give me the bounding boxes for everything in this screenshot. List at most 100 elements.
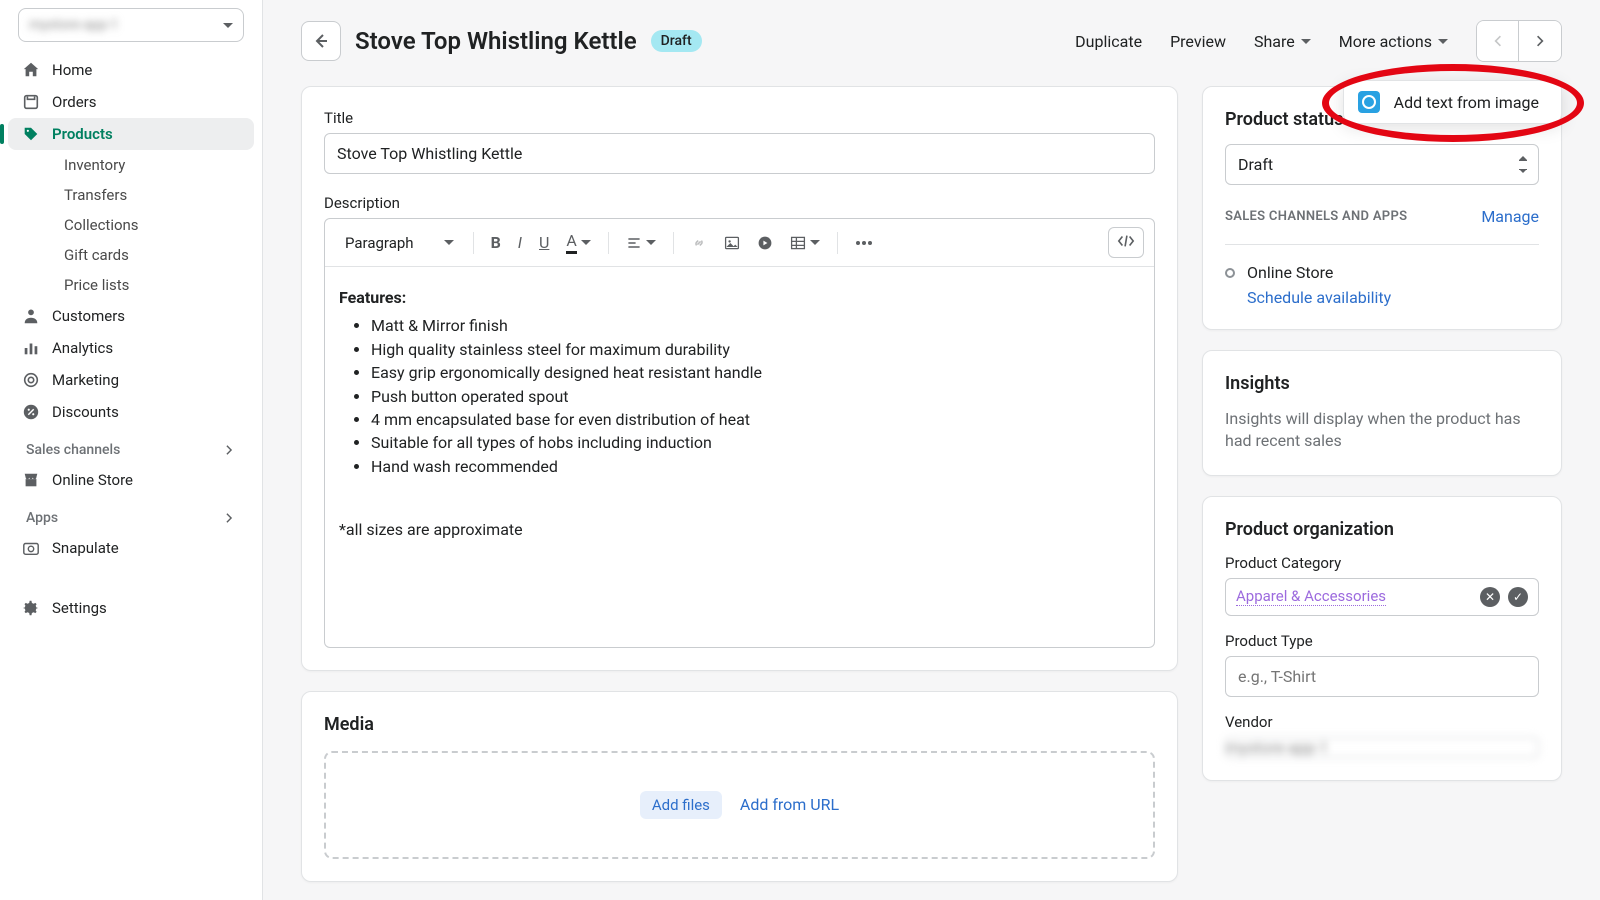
store-icon [22, 471, 40, 489]
clear-icon[interactable]: ✕ [1480, 587, 1500, 607]
feature-item: Push button operated spout [371, 386, 1140, 408]
chevron-left-icon [1490, 33, 1506, 49]
nav-settings[interactable]: Settings [8, 592, 254, 624]
type-input[interactable] [1225, 656, 1539, 697]
description-label: Description [324, 194, 1155, 212]
caret-down-icon [810, 240, 820, 245]
add-files-button[interactable]: Add files [640, 791, 722, 819]
caret-down-icon [581, 240, 591, 245]
align-button[interactable] [618, 230, 664, 256]
feature-item: Hand wash recommended [371, 456, 1140, 478]
italic-button[interactable]: I [510, 228, 530, 257]
vendor-input[interactable]: mystore-app-1 [1225, 737, 1539, 758]
prev-product-button[interactable] [1477, 21, 1519, 61]
insights-card: Insights Insights will display when the … [1202, 350, 1562, 476]
caret-down-icon [1438, 39, 1448, 44]
nav-orders[interactable]: Orders [8, 86, 254, 118]
nav-online-store[interactable]: Online Store [8, 464, 254, 496]
page-title: Stove Top Whistling Kettle [355, 27, 637, 55]
marketing-icon [22, 371, 40, 389]
nav-analytics[interactable]: Analytics [8, 332, 254, 364]
camera-icon [22, 539, 40, 557]
text-color-button[interactable]: A [558, 226, 598, 259]
feature-item: High quality stainless steel for maximum… [371, 339, 1140, 361]
feature-item: Easy grip ergonomically designed heat re… [371, 362, 1140, 384]
duplicate-action[interactable]: Duplicate [1075, 32, 1142, 51]
nav-transfers[interactable]: Transfers [54, 180, 254, 210]
discounts-icon [22, 403, 40, 421]
type-label: Product Type [1225, 632, 1539, 650]
nav-home[interactable]: Home [8, 54, 254, 86]
apps-heading: Apps [8, 496, 254, 532]
chevron-down-icon [223, 23, 233, 28]
nav-snapulate[interactable]: Snapulate [8, 532, 254, 564]
caret-down-icon [444, 240, 454, 245]
arrow-left-icon [311, 31, 331, 51]
org-title: Product organization [1225, 519, 1539, 540]
orders-icon [22, 93, 40, 111]
block-style-select[interactable]: Paragraph [335, 229, 464, 257]
video-button[interactable] [749, 230, 781, 256]
status-dot-icon [1225, 268, 1235, 278]
snapulate-app-icon [1358, 91, 1380, 113]
add-text-from-image-popover[interactable]: Add text from image [1343, 80, 1562, 124]
title-input[interactable] [324, 133, 1155, 174]
chevron-right-icon [1532, 33, 1548, 49]
organization-card: Product organization Product Category Ap… [1202, 496, 1562, 781]
feature-item: Suitable for all types of hobs including… [371, 432, 1140, 454]
schedule-link[interactable]: Schedule availability [1247, 288, 1391, 307]
back-button[interactable] [301, 21, 341, 61]
nav-marketing[interactable]: Marketing [8, 364, 254, 396]
nav-products[interactable]: Products [8, 118, 254, 150]
link-button[interactable] [683, 230, 715, 256]
nav-pricelists[interactable]: Price lists [54, 270, 254, 300]
more-actions[interactable]: More actions [1339, 32, 1448, 51]
more-format-button[interactable] [847, 235, 881, 251]
nav-customers[interactable]: Customers [8, 300, 254, 332]
table-button[interactable] [782, 230, 828, 256]
chevron-right-icon[interactable] [222, 511, 236, 525]
insights-body: Insights will display when the product h… [1225, 408, 1539, 453]
vendor-label: Vendor [1225, 713, 1539, 731]
nav-inventory[interactable]: Inventory [54, 150, 254, 180]
store-selector[interactable]: mystore-app-1 [18, 8, 244, 42]
preview-action[interactable]: Preview [1170, 32, 1226, 51]
category-value: Apparel & Accessories [1236, 587, 1386, 606]
products-icon [22, 125, 40, 143]
category-input[interactable]: Apparel & Accessories ✕ ✓ [1225, 578, 1539, 616]
channel-name: Online Store [1247, 263, 1391, 282]
feature-item: 4 mm encapsulated base for even distribu… [371, 409, 1140, 431]
nav-collections[interactable]: Collections [54, 210, 254, 240]
underline-button[interactable]: U [531, 228, 557, 257]
sales-channels-label: SALES CHANNELS AND APPS [1225, 209, 1407, 224]
share-action[interactable]: Share [1254, 32, 1311, 51]
caret-down-icon [646, 240, 656, 245]
gear-icon [22, 599, 40, 617]
description-editor[interactable]: Features: Matt & Mirror finishHigh quali… [325, 267, 1154, 647]
insights-title: Insights [1225, 373, 1539, 394]
nav-discounts[interactable]: Discounts [8, 396, 254, 428]
confirm-icon[interactable]: ✓ [1508, 587, 1528, 607]
sidebar: mystore-app-1 Home Orders Products Inven… [0, 0, 263, 900]
category-label: Product Category [1225, 554, 1539, 572]
media-title: Media [324, 714, 1155, 735]
next-product-button[interactable] [1519, 21, 1561, 61]
title-description-card: Title Description Paragraph B I U A [301, 86, 1178, 671]
home-icon [22, 61, 40, 79]
add-from-url-link[interactable]: Add from URL [740, 795, 839, 814]
sales-channels-heading: Sales channels [8, 428, 254, 464]
chevron-right-icon[interactable] [222, 443, 236, 457]
title-label: Title [324, 109, 1155, 127]
media-card: Media Add files Add from URL [301, 691, 1178, 882]
media-dropzone[interactable]: Add files Add from URL [324, 751, 1155, 859]
rte-toolbar: Paragraph B I U A [325, 219, 1154, 267]
customers-icon [22, 307, 40, 325]
nav-giftcards[interactable]: Gift cards [54, 240, 254, 270]
bold-button[interactable]: B [483, 228, 509, 257]
image-button[interactable] [716, 230, 748, 256]
html-view-button[interactable] [1108, 227, 1144, 258]
main-content: Stove Top Whistling Kettle Draft Duplica… [263, 0, 1600, 900]
manage-link[interactable]: Manage [1481, 207, 1539, 226]
popover-label: Add text from image [1394, 93, 1539, 112]
status-select[interactable]: Draft [1225, 144, 1539, 185]
